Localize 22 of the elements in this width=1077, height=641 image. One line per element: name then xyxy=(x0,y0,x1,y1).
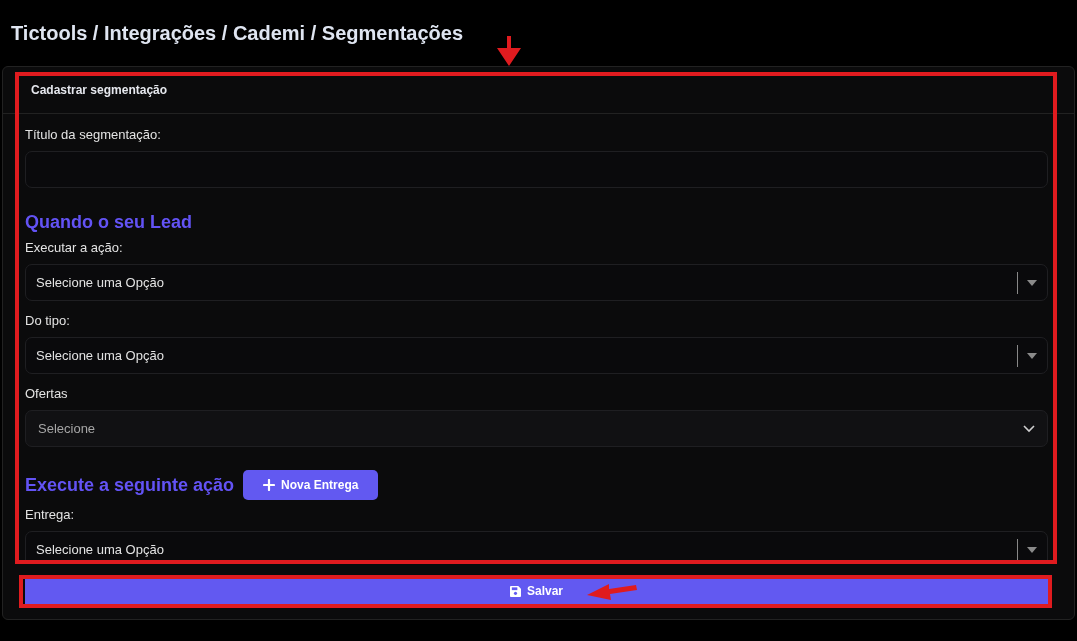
field-label: Entrega: xyxy=(25,506,76,523)
new-delivery-button[interactable]: Nova Entrega xyxy=(243,470,379,500)
caret-icon xyxy=(1027,279,1037,286)
plus-icon xyxy=(263,479,276,491)
field-label: Do tipo: xyxy=(25,312,71,329)
card-title: Cadastrar segmentação xyxy=(31,83,168,97)
page-title: Tictools / Integrações / Cademi / Segmentações xyxy=(11,22,463,45)
caret-icon xyxy=(1027,352,1037,359)
floppy-icon xyxy=(510,585,521,597)
select-field[interactable]: Selecione uma Opção xyxy=(25,531,1048,560)
section-heading: Quando o seu Lead xyxy=(25,211,193,233)
caret-icon xyxy=(1027,546,1037,553)
select-field[interactable]: Selecione xyxy=(25,410,1048,447)
annotation-arrow xyxy=(497,36,521,66)
field-label: Ofertas xyxy=(25,385,69,402)
chevron-icon xyxy=(1023,424,1035,433)
section-heading: Execute a seguinte ação xyxy=(25,474,235,496)
field-label: Executar a ação: xyxy=(25,239,124,256)
select-field[interactable]: Selecione uma Opção xyxy=(25,337,1048,374)
field-label: Título da segmentação: xyxy=(25,126,162,143)
select-field[interactable]: Selecione uma Opção xyxy=(25,264,1048,301)
save-button[interactable]: Salvar xyxy=(25,578,1048,604)
